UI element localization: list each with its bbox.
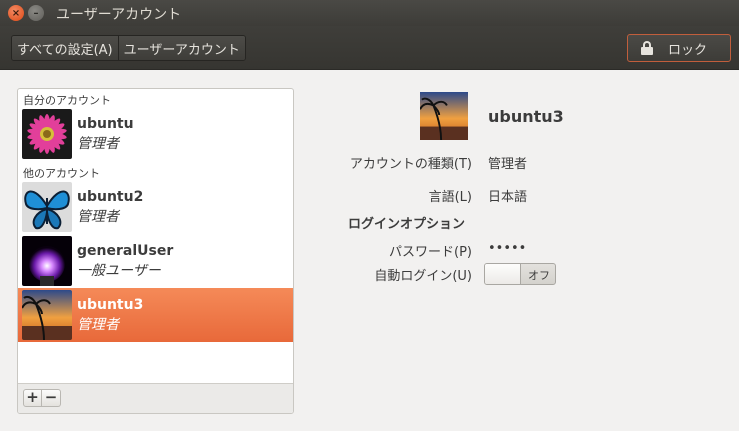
user-role: 管理者 — [77, 209, 119, 225]
breadcrumb: すべての設定(A) ユーザーアカウント — [11, 35, 246, 61]
user-row-ubuntu[interactable]: ubuntu 管理者 — [18, 107, 293, 161]
user-row-ubuntu2[interactable]: ubuntu2 管理者 — [18, 180, 293, 234]
detail-user-name[interactable]: ubuntu3 — [488, 107, 564, 126]
switch-state-label: オフ — [528, 269, 550, 282]
remove-user-button[interactable]: − — [42, 389, 61, 407]
autologin-label: 自動ログイン(U) — [374, 269, 472, 284]
minus-icon: − — [44, 388, 58, 406]
lock-icon — [640, 41, 654, 55]
autologin-switch[interactable]: オフ — [484, 263, 556, 285]
account-type-label: アカウントの種類(T) — [349, 157, 472, 172]
user-role: 管理者 — [77, 136, 119, 152]
user-role: 管理者 — [77, 317, 119, 333]
account-type-value[interactable]: 管理者 — [488, 153, 527, 172]
add-user-button[interactable]: + — [23, 389, 42, 407]
detail-avatar[interactable] — [420, 92, 468, 140]
breadcrumb-user-accounts[interactable]: ユーザーアカウント — [117, 36, 245, 60]
lock-button-label: ロック — [668, 42, 708, 58]
minimize-window-button[interactable]: – — [28, 5, 44, 21]
my-account-label: 自分のアカウント — [23, 94, 111, 107]
language-label: 言語(L) — [428, 190, 472, 205]
title-bar: × – ユーザーアカウント — [0, 0, 739, 26]
user-name: ubuntu3 — [77, 297, 144, 313]
user-row-ubuntu3[interactable]: ubuntu3 管理者 — [18, 288, 293, 342]
user-row-generaluser[interactable]: generalUser 一般ユーザー — [18, 234, 293, 288]
plus-icon: + — [26, 388, 39, 406]
pink-flower-icon — [22, 109, 72, 159]
other-accounts-label: 他のアカウント — [23, 167, 100, 180]
password-label: パスワード(P) — [389, 245, 472, 260]
close-window-button[interactable]: × — [8, 5, 24, 21]
language-value[interactable]: 日本語 — [488, 186, 527, 205]
blue-butterfly-icon — [22, 182, 72, 232]
plasma-lamp-icon — [22, 236, 72, 286]
user-name: ubuntu2 — [77, 189, 144, 205]
user-name: ubuntu — [77, 116, 134, 132]
toolbar: すべての設定(A) ユーザーアカウント ロック — [0, 26, 739, 70]
minimize-icon: – — [33, 7, 39, 19]
user-role: 一般ユーザー — [77, 263, 161, 279]
breadcrumb-all-settings[interactable]: すべての設定(A) — [12, 36, 118, 60]
user-list: 自分のアカウント ubuntu 管理者 他のアカウント ubuntu2 管理者 … — [17, 88, 294, 414]
switch-knob — [485, 264, 521, 284]
close-icon: × — [11, 7, 21, 19]
login-options-header: ログインオプション — [348, 217, 466, 232]
window-title: ユーザーアカウント — [56, 7, 182, 23]
password-value[interactable]: ••••• — [488, 241, 526, 256]
list-footer: + − — [18, 383, 293, 413]
sunset-palm-icon — [22, 290, 72, 340]
lock-button[interactable]: ロック — [627, 34, 731, 62]
user-name: generalUser — [77, 243, 174, 259]
